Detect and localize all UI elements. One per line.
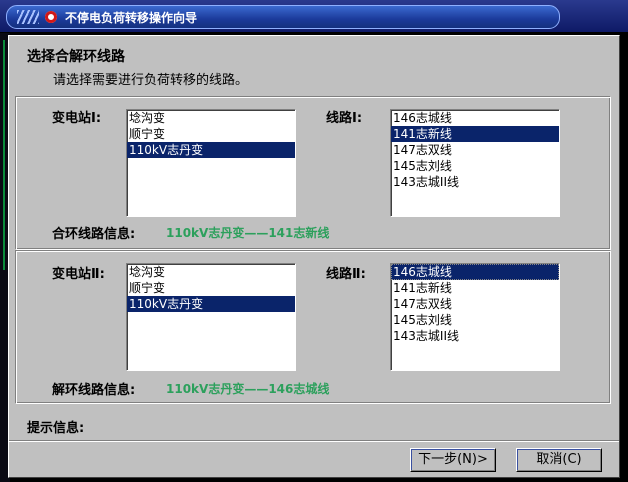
line-2-list[interactable]: 146志城线 141志新线 147志双线 145志刘线 143志城II线 xyxy=(390,263,560,371)
list-item[interactable]: 顺宁变 xyxy=(127,126,295,142)
footer-divider xyxy=(9,440,619,442)
title-grip-icon xyxy=(17,10,39,24)
wizard-dialog: 选择合解环线路 请选择需要进行负荷转移的线路。 变电站Ⅰ: 埝沟变 顺宁变 11… xyxy=(8,35,620,478)
line-2-label: 线路Ⅱ: xyxy=(326,267,366,282)
next-button[interactable]: 下一步(N)> xyxy=(410,448,496,472)
list-item-selected[interactable]: 146志城线 xyxy=(391,264,559,280)
page-title: 选择合解环线路 xyxy=(27,49,125,65)
list-item[interactable]: 145志刘线 xyxy=(391,312,559,328)
page-description: 请选择需要进行负荷转移的线路。 xyxy=(53,73,249,88)
substation-2-label: 变电站Ⅱ: xyxy=(52,267,105,282)
app-logo-icon xyxy=(45,11,57,23)
title-pill: 不停电负荷转移操作向导 xyxy=(6,5,560,29)
close-loop-group: 变电站Ⅰ: 埝沟变 顺宁变 110kV志丹变 线路Ⅰ: 146志城线 141志新… xyxy=(15,96,611,250)
list-item[interactable]: 埝沟变 xyxy=(127,110,295,126)
window-title: 不停电负荷转移操作向导 xyxy=(65,11,198,25)
line-1-label: 线路Ⅰ: xyxy=(326,111,363,126)
list-item-selected[interactable]: 110kV志丹变 xyxy=(127,296,295,312)
list-item-selected[interactable]: 110kV志丹变 xyxy=(127,142,295,158)
title-bar[interactable]: 不停电负荷转移操作向导 xyxy=(0,0,628,33)
open-loop-info-value: 110kV志丹变——146志城线 xyxy=(166,382,330,396)
list-item-selected[interactable]: 141志新线 xyxy=(391,126,559,142)
open-loop-group: 变电站Ⅱ: 埝沟变 顺宁变 110kV志丹变 线路Ⅱ: 146志城线 141志新… xyxy=(15,250,611,404)
list-item[interactable]: 146志城线 xyxy=(391,110,559,126)
substation-2-list[interactable]: 埝沟变 顺宁变 110kV志丹变 xyxy=(126,263,296,371)
list-item[interactable]: 143志城II线 xyxy=(391,328,559,344)
list-item[interactable]: 147志双线 xyxy=(391,142,559,158)
list-item[interactable]: 147志双线 xyxy=(391,296,559,312)
line-1-list[interactable]: 146志城线 141志新线 147志双线 145志刘线 143志城II线 xyxy=(390,109,560,217)
open-loop-info-label: 解环线路信息: xyxy=(52,383,136,398)
list-item[interactable]: 143志城II线 xyxy=(391,174,559,190)
close-loop-info-value: 110kV志丹变——141志新线 xyxy=(166,226,330,240)
cancel-button[interactable]: 取消(C) xyxy=(516,448,602,472)
list-item[interactable]: 顺宁变 xyxy=(127,280,295,296)
hint-label: 提示信息: xyxy=(27,421,85,436)
close-loop-info-label: 合环线路信息: xyxy=(52,227,136,242)
list-item[interactable]: 145志刘线 xyxy=(391,158,559,174)
list-item[interactable]: 埝沟变 xyxy=(127,264,295,280)
substation-1-list[interactable]: 埝沟变 顺宁变 110kV志丹变 xyxy=(126,109,296,217)
list-item[interactable]: 141志新线 xyxy=(391,280,559,296)
substation-1-label: 变电站Ⅰ: xyxy=(52,111,102,126)
